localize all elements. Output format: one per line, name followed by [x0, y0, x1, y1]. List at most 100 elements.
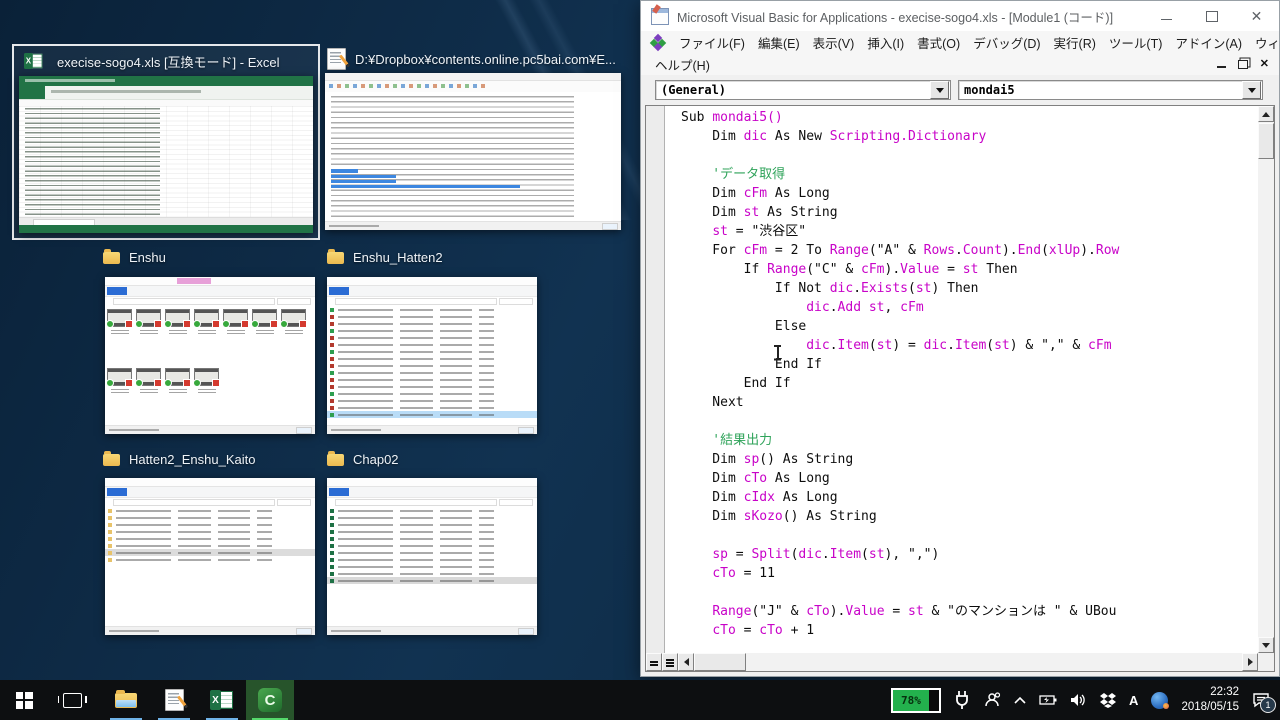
mini-explorer-titlebar [327, 478, 537, 487]
weather-globe-icon[interactable] [1151, 692, 1168, 709]
taskview-window-title: Enshu_Hatten2 [353, 250, 443, 265]
taskbar-notepad[interactable] [150, 680, 198, 720]
menu-item[interactable]: 挿入(I) [867, 33, 904, 52]
code-line [681, 146, 1258, 165]
recorder-battery-indicator[interactable]: 78% [891, 688, 941, 713]
taskview-label-editor: D:¥Dropbox¥contents.online.pc5bai.com¥E.… [327, 48, 616, 70]
battery-status-icon[interactable] [1039, 694, 1057, 706]
procedure-dropdown[interactable]: mondai5 [958, 80, 1263, 100]
battery-remainder [929, 690, 939, 711]
taskbar-file-explorer[interactable] [102, 680, 150, 720]
clock-time: 22:32 [1181, 685, 1239, 700]
arrow-down-icon [1262, 643, 1270, 648]
code-margin-bar[interactable] [646, 106, 665, 653]
file-tab [329, 488, 349, 496]
hatten2-enshu-kaito-window-thumbnail[interactable] [105, 478, 315, 635]
menu-item[interactable]: ツール(T) [1109, 33, 1162, 52]
minimize-button[interactable] [1144, 1, 1189, 31]
file-row [327, 570, 537, 577]
mdi-close-button[interactable]: ✕ [1260, 59, 1269, 70]
video-file-tile [107, 309, 132, 364]
mini-editor-text [331, 96, 574, 217]
task-view-button[interactable] [48, 680, 96, 720]
chap02-window-thumbnail[interactable] [327, 478, 537, 635]
clock[interactable]: 22:32 2018/05/15 [1181, 685, 1239, 715]
file-row [327, 411, 537, 418]
mini-editor-status-bar [325, 221, 621, 230]
menu-item[interactable]: 編集(E) [758, 33, 800, 52]
scroll-left-button[interactable] [678, 653, 694, 671]
scroll-up-button[interactable] [1258, 106, 1274, 122]
folder-icon [327, 252, 344, 264]
file-row [327, 528, 537, 535]
system-tray: 78% A 22:32 [891, 680, 1280, 720]
excel-window-thumbnail[interactable] [19, 76, 313, 233]
procedure-view-button[interactable] [646, 653, 662, 671]
dropbox-icon[interactable] [1100, 693, 1116, 708]
enshu-hatten2-window-thumbnail[interactable] [327, 277, 537, 434]
full-module-view-button[interactable] [662, 653, 678, 671]
vbe-window[interactable]: Microsoft Visual Basic for Applications … [640, 0, 1280, 677]
menu-item[interactable]: 表示(V) [813, 33, 855, 52]
scroll-down-button[interactable] [1258, 637, 1274, 653]
code-line: Range("J" & cTo).Value = st & "のマンションは "… [681, 602, 1258, 621]
scroll-right-button[interactable] [1242, 653, 1258, 671]
action-center-icon[interactable]: 1 [1252, 692, 1270, 708]
mini-editor-selection [331, 169, 358, 172]
taskview-window-title: Hatten2_Enshu_Kaito [129, 452, 255, 467]
menu-item[interactable]: デバッグ(D) [973, 33, 1040, 52]
horizontal-scroll-thumb[interactable] [694, 653, 746, 671]
volume-icon[interactable] [1070, 693, 1087, 707]
file-row [105, 542, 315, 549]
code-pane[interactable]: Sub mondai5() Dim dic As New Scripting.D… [665, 106, 1258, 653]
show-hidden-icons-chevron[interactable] [1014, 696, 1026, 704]
notepad-icon [165, 689, 184, 711]
menu-item[interactable]: 実行(R) [1054, 33, 1096, 52]
vbe-menubar-row2: ヘルプ(H) ✕ [641, 53, 1279, 75]
mini-explorer-ribbon [327, 487, 537, 498]
maximize-button[interactable] [1189, 1, 1234, 31]
code-line: st = "渋谷区" [681, 222, 1258, 241]
mini-editor-selection [331, 185, 520, 188]
vbe-titlebar[interactable]: Microsoft Visual Basic for Applications … [641, 1, 1279, 31]
power-plug-icon[interactable] [954, 690, 970, 710]
menu-item[interactable]: ウィンドウ(W) [1255, 33, 1280, 52]
file-row [327, 369, 537, 376]
close-button[interactable]: ✕ [1234, 1, 1279, 31]
menu-item[interactable]: 書式(O) [917, 33, 960, 52]
dropdown-button[interactable] [930, 81, 949, 99]
vbe-menubar-row1: ファイル(F) 編集(E) 表示(V) 挿入(I) 書式(O) デバッグ(D) 実行(R) ツ… [641, 31, 1279, 53]
code-editor[interactable]: Sub mondai5() Dim dic As New Scripting.D… [645, 105, 1275, 672]
dropdown-button[interactable] [1242, 81, 1261, 99]
editor-window-thumbnail[interactable] [325, 73, 621, 230]
file-row [327, 341, 537, 348]
code-line: 'データ取得 [681, 165, 1258, 184]
ime-mode-indicator[interactable]: A [1129, 693, 1138, 708]
menu-item-help[interactable]: ヘルプ(H) [655, 55, 710, 74]
menu-item[interactable]: アドイン(A) [1175, 33, 1242, 52]
battery-percent: 78% [893, 690, 929, 711]
mini-editor-selection [331, 180, 396, 183]
mdi-restore-button[interactable] [1238, 60, 1248, 69]
menu-item[interactable]: ファイル(F) [679, 33, 745, 52]
code-line: For cFm = 2 To Range("A" & Rows.Count).E… [681, 241, 1258, 260]
taskbar-camtasia[interactable]: C [246, 680, 294, 720]
vertical-scrollbar[interactable] [1258, 106, 1274, 653]
file-row [327, 507, 537, 514]
taskbar-excel[interactable]: X [198, 680, 246, 720]
vertical-scroll-thumb[interactable] [1258, 123, 1274, 159]
file-row [327, 556, 537, 563]
file-row [327, 362, 537, 369]
mdi-minimize-button[interactable] [1217, 65, 1226, 68]
enshu-window-thumbnail[interactable] [105, 277, 315, 434]
file-explorer-icon [115, 693, 137, 708]
horizontal-scrollbar[interactable] [646, 653, 1258, 671]
people-icon[interactable] [983, 691, 1001, 709]
mini-explorer-titlebar [105, 478, 315, 487]
file-row [327, 306, 537, 313]
taskview-window-excel[interactable]: X execise-sogo4.xls [互換モード] - Excel [12, 44, 320, 240]
file-row [327, 355, 537, 362]
object-dropdown[interactable]: (General) [655, 80, 951, 100]
file-row [105, 507, 315, 514]
start-button[interactable] [0, 680, 48, 720]
